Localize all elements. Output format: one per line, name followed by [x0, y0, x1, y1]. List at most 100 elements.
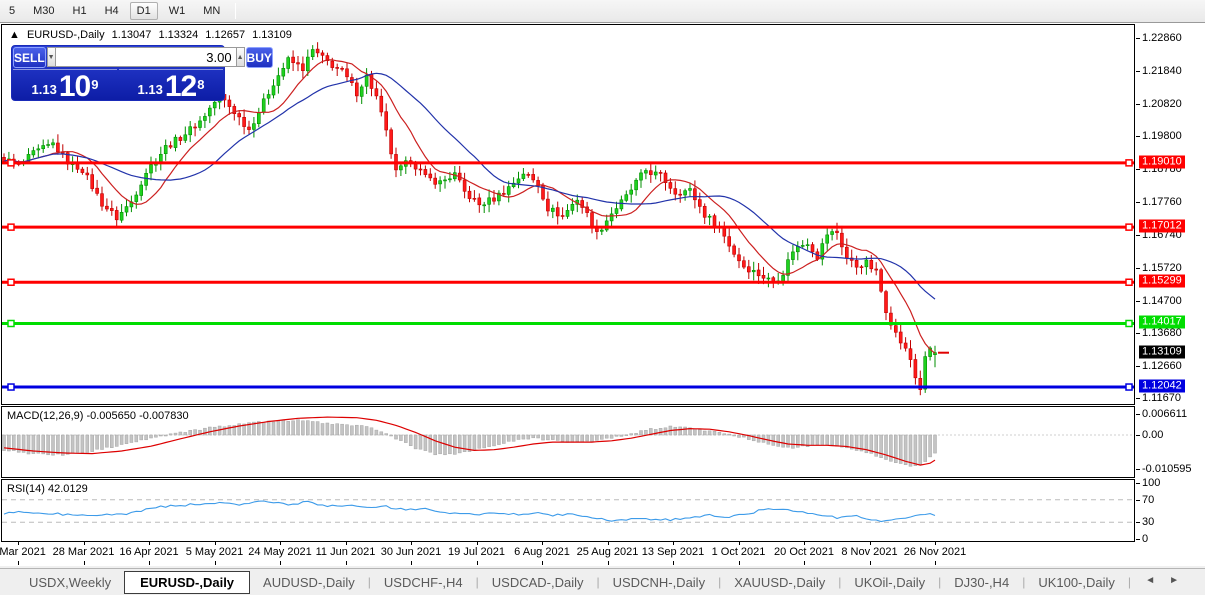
one-click-trade-panel: SELL ▼ ▲ BUY 1.13 10 9 1.13 12 8 [11, 45, 273, 102]
timeframe-button-5[interactable]: 5 [2, 2, 22, 20]
timeframe-button-mn[interactable]: MN [196, 2, 227, 20]
date-axis-label: 8 Nov 2021 [841, 546, 898, 558]
date-axis-label: 16 Apr 2021 [119, 546, 179, 558]
level-price-badge: 1.19010 [1139, 155, 1185, 169]
price-axis-tick [1136, 333, 1140, 335]
date-axis-tick [280, 541, 281, 545]
macd-pane[interactable]: MACD(12,26,9) -0.005650 -0.007830 [1, 406, 1135, 478]
price-axis-tick-label: 1.22860 [1142, 32, 1182, 44]
rsi-axis-tick [1136, 483, 1140, 484]
buy-button[interactable]: BUY [245, 47, 273, 68]
date-axis-label: 9 Mar 2021 [0, 546, 46, 558]
price-axis-tick [1136, 398, 1140, 399]
price-axis-tick [1136, 267, 1140, 269]
date-axis-tick [738, 541, 740, 545]
date-axis-tick [476, 541, 478, 545]
timeframe-button-h1[interactable]: H1 [66, 2, 94, 20]
chart-tab-usdcad[interactable]: USDCAD-,Daily [479, 572, 597, 593]
date-axis-label: 28 Mar 2021 [52, 546, 115, 558]
volume-input[interactable] [55, 47, 236, 67]
tab-scroll-right-icon[interactable]: ► [1169, 575, 1193, 586]
date-axis-tick [411, 561, 412, 565]
sell-price-big: 10 [58, 70, 91, 103]
chart-tab-dj30[interactable]: DJ30-,H4 [941, 572, 1022, 593]
date-axis-tick [18, 541, 19, 545]
date-axis-tick [476, 561, 478, 565]
level-anchor-marker [1125, 223, 1133, 231]
level-anchor-marker [7, 159, 15, 167]
macd-axis-tick [1136, 413, 1140, 415]
tab-separator: | [1127, 575, 1132, 589]
macd-axis-label: -0.010595 [1142, 462, 1192, 475]
open-value: 1.13047 [111, 29, 152, 41]
sell-price-sup: 9 [91, 77, 99, 92]
date-axis-tick [673, 561, 674, 565]
price-axis-tick-label: 1.13680 [1142, 327, 1182, 340]
rsi-axis-tick [1136, 499, 1140, 501]
rsi-axis-tick [1136, 522, 1140, 524]
level-anchor-marker [7, 383, 15, 391]
date-axis-tick [935, 541, 936, 545]
date-axis-tick [149, 561, 150, 565]
price-axis-tick [1136, 103, 1140, 105]
date-axis-tick [673, 541, 674, 545]
macd-axis-label: 0.006611 [1142, 407, 1188, 420]
date-axis-tick [83, 561, 85, 565]
chart-tab-usdx[interactable]: USDX,Weekly [16, 572, 124, 593]
price-axis-tick-label: 1.19800 [1142, 130, 1182, 143]
tab-scroll-arrows: ◄► [1145, 575, 1193, 586]
volume-increase-button[interactable]: ▲ [235, 47, 245, 67]
price-axis-tick [1136, 300, 1140, 302]
ma-fast-line [3, 59, 936, 354]
date-axis-tick [804, 561, 805, 565]
timeframe-button-w1[interactable]: W1 [162, 2, 193, 20]
chart-tab-audusd[interactable]: AUDUSD-,Daily [250, 572, 368, 593]
date-axis-tick [542, 561, 543, 565]
buy-price-display[interactable]: 1.13 12 8 [119, 69, 223, 102]
high-value: 1.13324 [158, 29, 199, 41]
date-axis-label: 5 May 2021 [185, 546, 244, 558]
date-axis-label: 26 Nov 2021 [903, 546, 967, 558]
level-anchor-marker [7, 319, 15, 328]
buy-price-big: 12 [164, 70, 197, 103]
price-axis-tick-label: 1.17760 [1142, 196, 1182, 209]
level-anchor-marker [7, 223, 15, 231]
price-axis-tick-label: 1.15720 [1142, 261, 1182, 274]
price-axis-tick-label: 1.14700 [1142, 294, 1182, 307]
timeframe-button-h4[interactable]: H4 [98, 2, 126, 20]
sell-button[interactable]: SELL [13, 47, 46, 68]
chart-tab-ukoil[interactable]: UKOil-,Daily [841, 572, 938, 593]
level-price-badge: 1.14017 [1139, 315, 1185, 329]
chart-tab-usdchf[interactable]: USDCHF-,H4 [371, 572, 476, 593]
close-value: 1.13109 [252, 29, 292, 41]
rsi-pane[interactable]: RSI(14) 42.0129 [1, 479, 1135, 542]
macd-axis-label: 0.00 [1142, 429, 1164, 441]
timeframe-button-m30[interactable]: M30 [26, 2, 61, 20]
macd-indicator-label: MACD(12,26,9) -0.005650 -0.007830 [7, 410, 189, 422]
toolbar-separator [235, 3, 237, 19]
date-axis-tick [869, 541, 871, 545]
price-axis-tick [1136, 70, 1140, 72]
date-axis-label: 30 Jun 2021 [380, 546, 442, 558]
rsi-axis-label: 30 [1142, 516, 1155, 529]
chart-tab-eurusd[interactable]: EURUSD-,Daily [124, 570, 251, 594]
tab-scroll-left-icon[interactable]: ◄ [1145, 575, 1169, 586]
trade-panel-top-row: SELL ▼ ▲ BUY [12, 46, 273, 68]
rsi-indicator-label: RSI(14) 42.0129 [7, 483, 88, 495]
rsi-line [3, 500, 936, 523]
date-axis-label: 20 Oct 2021 [774, 546, 834, 558]
sell-price-display[interactable]: 1.13 10 9 [13, 69, 117, 102]
date-axis-tick [214, 541, 216, 545]
date-axis-tick [804, 541, 805, 545]
date-axis-label: 6 Aug 2021 [514, 546, 570, 558]
chart-tab-usdcnh[interactable]: USDCNH-,Daily [600, 572, 718, 593]
rsi-axis-label: 70 [1142, 493, 1155, 506]
chart-tab-uk100[interactable]: UK100-,Daily [1025, 572, 1128, 593]
price-pane[interactable]: ▲ EURUSD-,Daily 1.13047 1.13324 1.12657 … [1, 24, 1135, 405]
volume-decrease-button[interactable]: ▼ [46, 47, 56, 67]
rsi-axis-label: 0 [1142, 533, 1149, 545]
level-price-badge: 1.15299 [1139, 274, 1185, 288]
chart-tab-xauusd[interactable]: XAUUSD-,Daily [721, 572, 838, 593]
timeframe-button-d1[interactable]: D1 [129, 2, 158, 20]
collapse-trade-panel-icon[interactable]: ▲ [9, 29, 20, 41]
